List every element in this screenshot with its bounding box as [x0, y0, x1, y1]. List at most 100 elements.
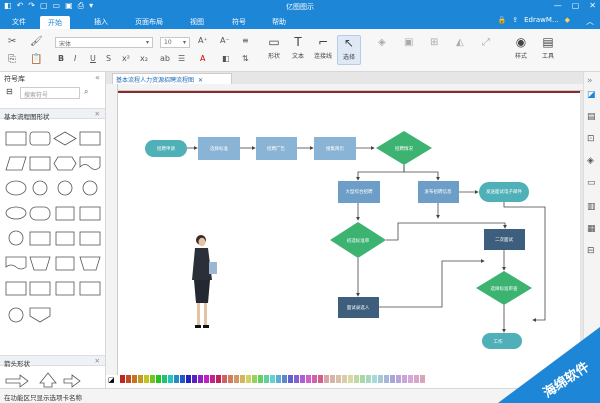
on-page-reference-shape[interactable] — [8, 307, 24, 323]
tab-page-layout[interactable]: 页面布局 — [135, 17, 163, 27]
align-objects-icon[interactable]: ⊞ — [430, 37, 438, 48]
color-swatch[interactable] — [360, 375, 365, 383]
color-swatch[interactable] — [120, 375, 125, 383]
connector-tool-button[interactable]: ⌐ 连接线 — [311, 35, 335, 60]
data-icon[interactable]: ▥ — [587, 202, 596, 212]
color-swatch[interactable] — [294, 375, 299, 383]
color-swatch[interactable] — [336, 375, 341, 383]
color-swatch[interactable] — [366, 375, 371, 383]
color-swatch[interactable] — [240, 375, 245, 383]
bold-icon[interactable]: B — [58, 54, 64, 63]
color-swatch[interactable] — [402, 375, 407, 383]
color-swatch[interactable] — [228, 375, 233, 383]
color-swatch[interactable] — [378, 375, 383, 383]
color-swatch[interactable] — [204, 375, 209, 383]
multi-document-shape[interactable] — [5, 256, 27, 270]
sort-shape[interactable] — [79, 281, 101, 296]
stored-data-shape[interactable] — [29, 206, 51, 221]
color-swatch[interactable] — [180, 375, 185, 383]
share-icon[interactable]: ⇪ — [512, 16, 518, 24]
collapse-ribbon-icon[interactable]: ︿ — [586, 16, 594, 27]
collate-shape[interactable] — [55, 281, 75, 296]
bullets-icon[interactable]: ☰ — [178, 54, 185, 63]
cut-icon[interactable]: ✂ — [8, 36, 16, 47]
color-swatch[interactable] — [216, 375, 221, 383]
document-tab[interactable]: 基本流程人力资源招聘流程图 ✕ — [112, 73, 232, 84]
color-swatch[interactable] — [252, 375, 257, 383]
color-swatch[interactable] — [132, 375, 137, 383]
font-grow-icon[interactable]: A⁺ — [198, 36, 208, 45]
color-swatch[interactable] — [126, 375, 131, 383]
merge-shape[interactable] — [79, 231, 101, 246]
navigator-icon[interactable]: ⊡ — [587, 134, 595, 144]
color-swatch[interactable] — [150, 375, 155, 383]
theme-icon[interactable]: ▦ — [587, 224, 596, 234]
tab-help[interactable]: 帮助 — [272, 17, 286, 27]
color-swatch[interactable] — [420, 375, 425, 383]
color-swatch[interactable] — [300, 375, 305, 383]
color-swatch[interactable] — [162, 375, 167, 383]
color-swatch[interactable] — [354, 375, 359, 383]
layers-icon[interactable]: ◈ — [587, 156, 594, 166]
off-page-reference-shape[interactable] — [29, 307, 51, 323]
color-swatch[interactable] — [234, 375, 239, 383]
color-swatch[interactable] — [258, 375, 263, 383]
decision-shape[interactable] — [53, 131, 77, 146]
color-swatch[interactable] — [396, 375, 401, 383]
user-name[interactable]: EdrawM... — [524, 16, 558, 24]
color-swatch[interactable] — [318, 375, 323, 383]
subscript-icon[interactable]: x₂ — [140, 54, 148, 63]
font-family-select[interactable]: 宋体 ▾ — [55, 37, 153, 48]
distribute-icon[interactable]: ◭ — [456, 37, 464, 48]
paste-icon[interactable]: 📋 — [30, 54, 42, 65]
color-swatch[interactable] — [384, 375, 389, 383]
connector-shape[interactable] — [32, 180, 48, 196]
color-swatch[interactable] — [282, 375, 287, 383]
display-shape[interactable] — [5, 206, 27, 220]
terminator-shape[interactable] — [5, 180, 27, 196]
database-shape[interactable] — [29, 281, 51, 296]
italic-icon[interactable]: I — [74, 54, 76, 63]
shape-tool-button[interactable]: ▭ 形状 — [262, 35, 286, 60]
superscript-icon[interactable]: x² — [122, 54, 130, 63]
trapezoid-shape[interactable] — [79, 256, 101, 271]
document-shape[interactable] — [79, 156, 101, 170]
tab-file[interactable]: 文件 — [12, 17, 26, 27]
process-shape[interactable] — [5, 131, 27, 146]
color-swatch[interactable] — [276, 375, 281, 383]
internal-storage-shape[interactable] — [29, 156, 51, 171]
collapse-right-icon[interactable]: » — [587, 76, 593, 86]
tab-home[interactable]: 开始 — [40, 16, 70, 29]
annotation-shape[interactable] — [5, 281, 27, 296]
color-swatch[interactable] — [264, 375, 269, 383]
color-swatch[interactable] — [198, 375, 203, 383]
color-swatch[interactable] — [168, 375, 173, 383]
color-swatch[interactable] — [312, 375, 317, 383]
color-swatch[interactable] — [156, 375, 161, 383]
delay-shape[interactable] — [55, 231, 75, 246]
preparation-shape[interactable] — [53, 156, 77, 171]
color-swatch[interactable] — [138, 375, 143, 383]
lock-icon[interactable]: 🔒 — [498, 16, 507, 24]
group-icon[interactable]: ▣ — [404, 37, 413, 48]
size-icon[interactable]: ⤢ — [482, 37, 490, 48]
layer-icon[interactable]: ◈ — [378, 37, 386, 48]
manual-operation-shape[interactable] — [29, 256, 51, 271]
card-shape[interactable] — [55, 206, 75, 221]
manual-input-shape[interactable] — [79, 206, 101, 221]
color-swatch[interactable] — [390, 375, 395, 383]
maximize-icon[interactable]: ▢ — [572, 1, 580, 10]
minimize-icon[interactable]: — — [554, 1, 562, 10]
color-swatch[interactable] — [246, 375, 251, 383]
color-swatch[interactable] — [144, 375, 149, 383]
align-icon[interactable]: ≡ — [242, 36, 249, 45]
color-swatch[interactable] — [222, 375, 227, 383]
tape-shape[interactable] — [29, 231, 51, 246]
text-tool-button[interactable]: T 文本 — [286, 35, 310, 60]
copy-icon[interactable]: ⎘ — [8, 54, 16, 65]
data-shape[interactable] — [5, 156, 27, 171]
tools-button[interactable]: ▤ 工具 — [536, 35, 560, 60]
select-tool-button[interactable]: ↖ 选择 — [337, 35, 361, 65]
rounded-rectangle-shape[interactable] — [29, 131, 51, 146]
right-arrow-shape[interactable] — [5, 374, 29, 388]
